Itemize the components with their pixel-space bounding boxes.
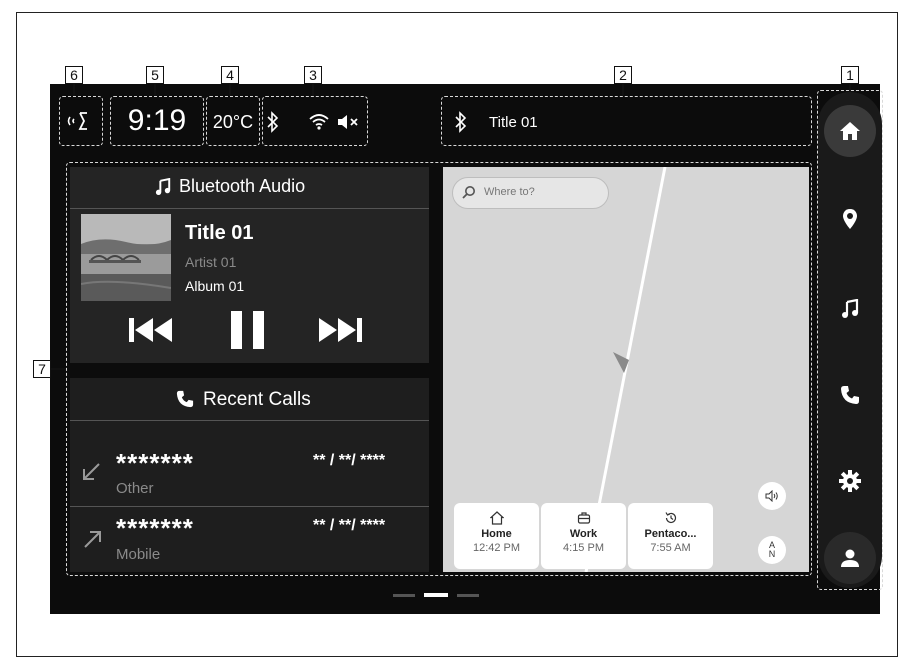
divider — [70, 208, 429, 209]
phone-icon — [176, 390, 194, 413]
sidebar-item-profile[interactable] — [824, 532, 876, 584]
callout-4: 4 — [221, 66, 239, 84]
outgoing-call-arrow-icon — [82, 528, 104, 555]
callout-3: 3 — [304, 66, 322, 84]
sidebar-item-home[interactable] — [824, 105, 876, 157]
map-compass-button[interactable]: A N — [758, 536, 786, 564]
next-track-button[interactable] — [316, 315, 364, 350]
call-type: Other — [116, 480, 154, 497]
previous-track-button[interactable] — [127, 315, 175, 350]
callout-5: 5 — [146, 66, 164, 84]
speaker-icon — [765, 490, 778, 502]
home-icon — [840, 122, 860, 140]
incoming-call-arrow-icon — [80, 461, 102, 488]
outside-temperature: 20°C — [212, 112, 254, 132]
callout-6: 6 — [65, 66, 83, 84]
callout-1: 1 — [841, 66, 859, 84]
sidebar — [818, 92, 882, 588]
sidebar-item-navigation[interactable] — [824, 193, 876, 245]
callout-line-5 — [154, 84, 156, 96]
home-icon — [489, 511, 504, 525]
music-note-icon — [155, 177, 171, 201]
compass-north-label: N — [768, 549, 776, 559]
call-date: ** / **/ **** — [313, 452, 386, 469]
skip-previous-icon — [129, 318, 172, 342]
callout-7: 7 — [33, 360, 51, 378]
pause-button[interactable] — [228, 309, 268, 356]
destination-home-card[interactable]: Home 12:42 PM — [454, 503, 539, 569]
track-album: Album 01 — [185, 278, 245, 294]
page-indicator-dot-active[interactable] — [424, 593, 448, 597]
destination-work-card[interactable]: Work 4:15 PM — [541, 503, 626, 569]
album-art — [81, 214, 171, 301]
callout-line-7 — [51, 368, 66, 370]
skip-next-icon — [319, 318, 362, 342]
destination-time: 12:42 PM — [472, 542, 521, 554]
phone-icon — [841, 386, 859, 404]
call-type: Mobile — [116, 546, 161, 563]
sidebar-item-phone[interactable] — [824, 369, 876, 421]
recent-calls-title: Recent Calls — [203, 389, 311, 410]
page-indicator-dot[interactable] — [457, 594, 479, 597]
track-title: Title 01 — [185, 222, 254, 244]
destination-time: 7:55 AM — [650, 542, 691, 554]
sidebar-item-settings[interactable] — [824, 455, 876, 507]
history-icon — [664, 512, 676, 524]
map-search-placeholder: Where to? — [484, 186, 535, 198]
voice-command-icon[interactable] — [64, 110, 94, 132]
search-icon — [462, 185, 476, 204]
callout-line-2 — [622, 84, 624, 96]
now-playing-title: Title 01 — [489, 114, 538, 131]
destination-name: Pentaco... — [644, 528, 697, 540]
callout-line-3 — [312, 84, 314, 96]
map-volume-button[interactable] — [758, 482, 786, 510]
destination-name: Work — [569, 528, 598, 540]
mute-icon — [336, 113, 360, 136]
callout-line-4 — [229, 84, 231, 96]
page-indicator-dot[interactable] — [393, 594, 415, 597]
destination-time: 4:15 PM — [563, 542, 604, 554]
callout-line-6 — [73, 84, 75, 96]
bluetooth-icon — [454, 111, 468, 138]
music-icon — [842, 299, 859, 318]
wifi-icon — [308, 112, 330, 135]
track-artist: Artist 01 — [185, 254, 237, 270]
destination-name: Home — [481, 528, 512, 540]
call-number: ******* — [116, 513, 194, 543]
briefcase-icon — [577, 512, 590, 524]
media-source-label: Bluetooth Audio — [179, 176, 306, 196]
profile-icon — [841, 549, 859, 567]
sidebar-item-music[interactable] — [824, 283, 876, 335]
location-pin-icon — [843, 209, 857, 229]
clock-time: 9:19 — [127, 104, 187, 137]
bluetooth-icon — [266, 111, 280, 138]
destination-recent-card[interactable]: Pentaco... 7:55 AM — [628, 503, 713, 569]
gear-icon — [839, 470, 861, 492]
call-date: ** / **/ **** — [313, 517, 386, 534]
callout-2: 2 — [614, 66, 632, 84]
call-number: ******* — [116, 448, 194, 478]
pause-icon — [231, 311, 264, 349]
